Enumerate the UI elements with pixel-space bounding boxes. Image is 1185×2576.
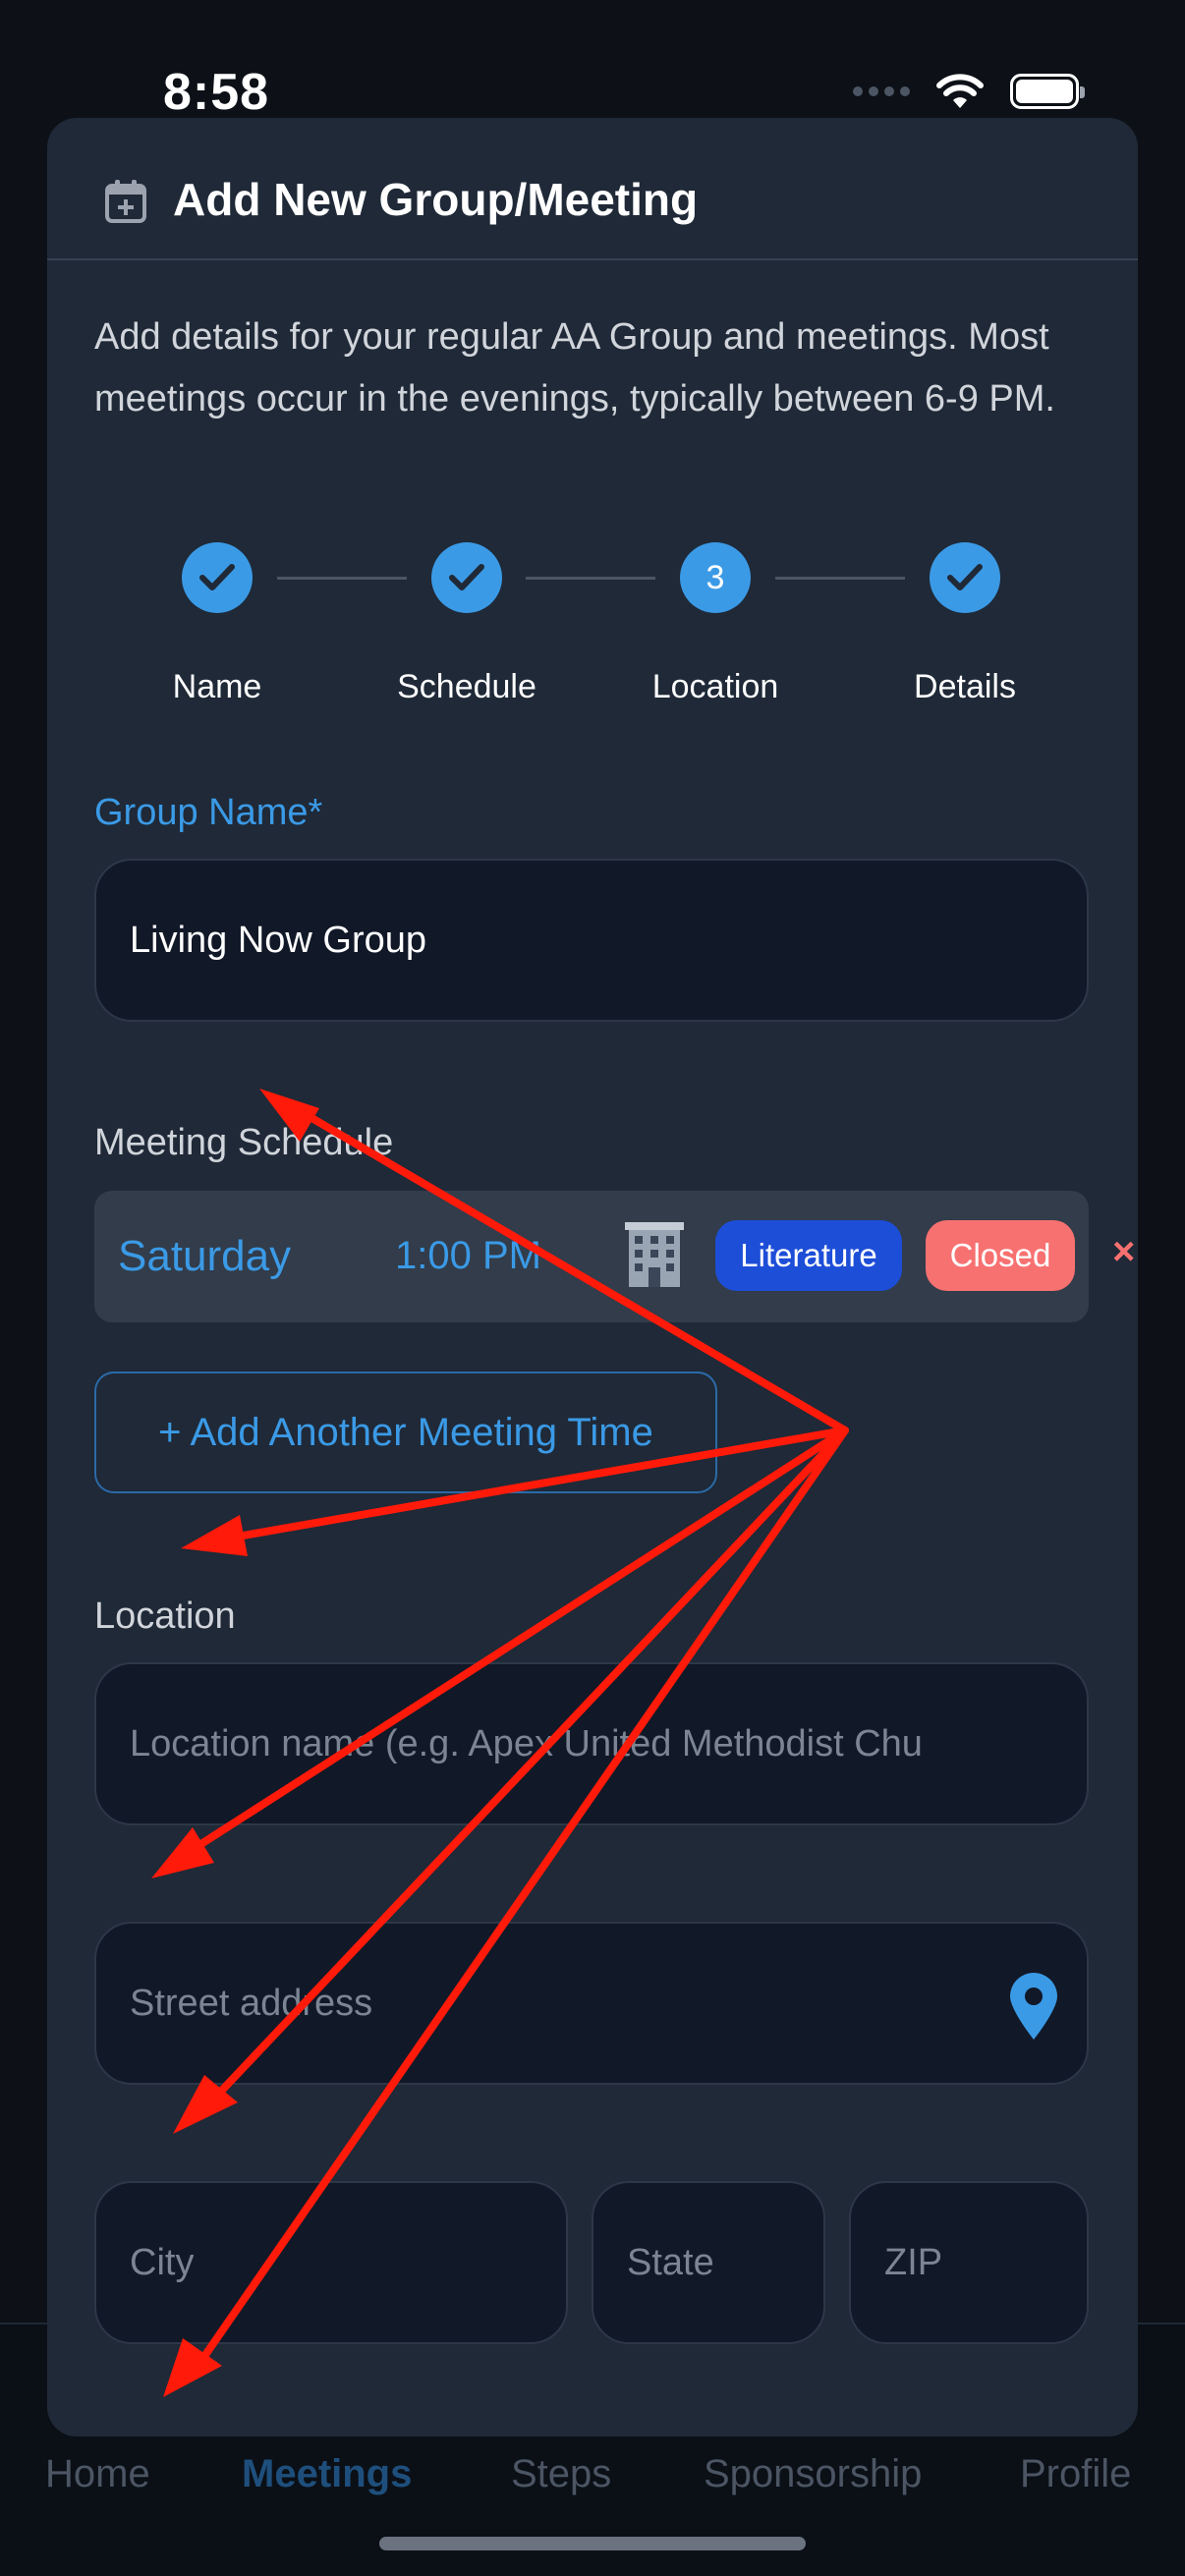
tab-profile[interactable]: Profile [1020,2452,1131,2496]
meeting-schedule-label: Meeting Schedule [94,1122,394,1163]
zip-placeholder: ZIP [884,2241,943,2283]
check-icon [199,564,235,590]
step-connector [526,577,655,580]
location-name-placeholder: Location name (e.g. Apex United Methodis… [130,1722,923,1764]
city-input[interactable]: City [94,2181,568,2344]
street-placeholder: Street address [130,1982,373,2024]
closed-badge: Closed [926,1220,1075,1291]
add-meeting-time-button[interactable]: + Add Another Meeting Time [94,1372,717,1493]
city-placeholder: City [130,2241,195,2283]
step-number: 3 [705,558,725,596]
zip-input[interactable]: ZIP [849,2181,1089,2344]
schedule-time: 1:00 PM [395,1234,541,1277]
step-1-complete[interactable] [182,542,253,613]
wifi-icon [936,74,984,108]
step-4-complete[interactable] [930,542,1000,613]
group-name-label: Group Name* [94,792,323,833]
battery-icon [1010,74,1085,109]
state-placeholder: State [627,2241,714,2283]
step-label-schedule: Schedule [397,668,536,705]
street-address-input[interactable]: Street address [94,1922,1089,2085]
check-icon [449,564,484,590]
tab-home[interactable]: Home [45,2452,150,2496]
modal-header: Add New Group/Meeting [47,118,1138,260]
status-time: 8:58 [163,64,270,121]
tab-sponsorship[interactable]: Sponsorship [704,2452,922,2496]
group-name-input[interactable]: Living Now Group [94,859,1089,1022]
step-label-location: Location [651,668,779,705]
group-name-value: Living Now Group [130,919,427,961]
schedule-entry[interactable]: Saturday 1:00 PM Literature Closed × [94,1191,1135,1322]
schedule-day: Saturday [118,1232,292,1280]
step-connector [775,577,905,580]
step-label-name: Name [172,668,262,705]
state-input[interactable]: State [592,2181,825,2344]
step-connector [277,577,407,580]
map-pin-icon[interactable] [1006,1971,1061,2042]
check-icon [947,564,983,590]
add-group-modal: Add New Group/Meeting Add details for yo… [47,118,1138,2436]
remove-meeting-icon[interactable]: × [1112,1230,1135,1274]
cellular-icon [853,86,910,96]
home-indicator [379,2537,806,2550]
literature-badge: Literature [715,1220,902,1291]
building-icon [625,1222,684,1287]
step-3-current[interactable]: 3 [680,542,751,613]
step-2-complete[interactable] [431,542,502,613]
intro-text: Add details for your regular AA Group an… [94,316,1055,420]
calendar-add-icon [105,180,146,223]
location-name-input[interactable]: Location name (e.g. Apex United Methodis… [94,1662,1089,1825]
location-label: Location [94,1596,236,1637]
step-label-details: Details [914,668,1016,705]
tab-steps[interactable]: Steps [511,2452,611,2496]
tab-meetings[interactable]: Meetings [242,2452,412,2496]
modal-title: Add New Group/Meeting [173,174,699,225]
status-icons [853,73,1085,110]
